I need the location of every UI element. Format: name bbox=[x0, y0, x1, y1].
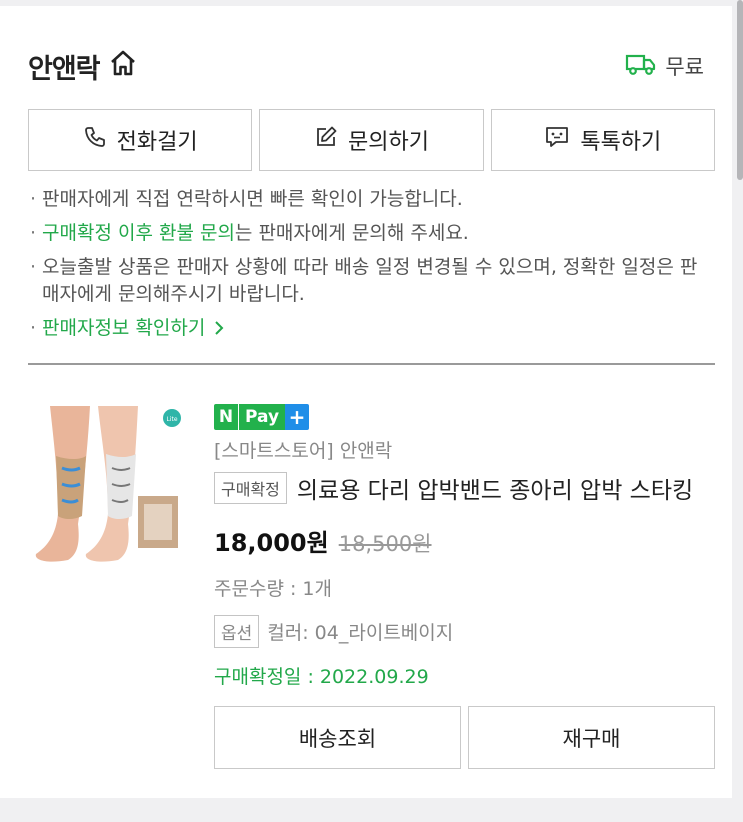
product-title: 의료용 다리 압박밴드 종아리 압박 스타킹 bbox=[296, 478, 694, 504]
home-icon bbox=[108, 48, 138, 85]
npay-plus: + bbox=[285, 404, 310, 430]
scrollbar[interactable] bbox=[737, 0, 743, 180]
option-row: 옵션 컬러: 04_라이트베이지 bbox=[214, 615, 714, 648]
product-thumbnail[interactable]: Lite bbox=[28, 404, 186, 566]
shipping-label: 무료 bbox=[665, 55, 704, 79]
purchase-confirmed-tag: 구매확정 bbox=[214, 472, 287, 504]
note-shipping-schedule: 오늘출발 상품은 판매자 상황에 따라 배송 일정 변경될 수 있으며, 정확한… bbox=[30, 254, 710, 308]
note-refund-highlight: 구매확정 이후 환불 문의 bbox=[42, 222, 235, 244]
note-direct-contact: 판매자에게 직접 연락하시면 빠른 확인이 가능합니다. bbox=[30, 186, 710, 213]
product-store: [스마트스토어] 안앤락 bbox=[214, 440, 393, 462]
product-info: N Pay + [스마트스토어] 안앤락 구매확정 의료용 다리 압박밴드 종아… bbox=[214, 404, 714, 689]
inquiry-button-label: 문의하기 bbox=[348, 130, 429, 155]
price-row: 18,000원 18,500원 bbox=[214, 523, 714, 558]
store-name-link[interactable]: 안앤락 bbox=[28, 47, 138, 86]
product-title-row[interactable]: 구매확정 의료용 다리 압박밴드 종아리 압박 스타킹 bbox=[214, 471, 714, 505]
original-price: 18,500원 bbox=[338, 532, 432, 556]
npay-plus-badge: N Pay + bbox=[214, 404, 310, 430]
call-button-label: 전화걸기 bbox=[116, 130, 198, 155]
sale-price: 18,000원 bbox=[214, 529, 329, 557]
seller-notes: 판매자에게 직접 연락하시면 빠른 확인이 가능합니다. 구매확정 이후 환불 … bbox=[30, 186, 710, 349]
track-shipping-button[interactable]: 배송조회 bbox=[214, 706, 461, 769]
svg-text:Lite: Lite bbox=[166, 416, 177, 423]
npay-n: N bbox=[214, 404, 238, 430]
order-actions: 배송조회 재구매 bbox=[214, 706, 715, 769]
truck-icon bbox=[625, 52, 657, 81]
option-text: 컬러: 04_라이트베이지 bbox=[267, 622, 454, 644]
purchase-confirm-date: 구매확정일 : 2022.09.29 bbox=[214, 666, 429, 688]
pencil-note-icon bbox=[314, 125, 338, 155]
store-header: 안앤락 무료 bbox=[28, 44, 704, 88]
phone-icon bbox=[83, 125, 107, 155]
chevron-right-icon bbox=[205, 317, 225, 339]
talktalk-button-label: 톡톡하기 bbox=[580, 130, 662, 155]
store-name: 안앤락 bbox=[28, 53, 101, 85]
chat-icon bbox=[544, 125, 570, 155]
talktalk-button[interactable]: 톡톡하기 bbox=[490, 109, 715, 171]
inquiry-button[interactable]: 문의하기 bbox=[259, 109, 484, 171]
note-refund-inquiry: 구매확정 이후 환불 문의는 판매자에게 문의해 주세요. bbox=[30, 220, 710, 247]
seller-info-link-label: 판매자정보 확인하기 bbox=[42, 317, 206, 339]
note-refund-rest: 는 판매자에게 문의해 주세요. bbox=[234, 222, 469, 244]
option-tag: 옵션 bbox=[214, 615, 260, 648]
rebuy-button[interactable]: 재구매 bbox=[468, 706, 715, 769]
npay-pay: Pay bbox=[238, 404, 286, 430]
call-button[interactable]: 전화걸기 bbox=[28, 109, 253, 171]
seller-info-link[interactable]: 판매자정보 확인하기 bbox=[30, 315, 710, 342]
shipping-info: 무료 bbox=[625, 51, 704, 81]
order-card: 안앤락 무료 전화걸기 문의하기 톡톡하기 · 판매자에게 직접 연락하시면 빠… bbox=[0, 6, 732, 798]
section-divider bbox=[28, 363, 715, 365]
contact-buttons: 전화걸기 문의하기 톡톡하기 bbox=[28, 109, 715, 171]
order-quantity: 주문수량 : 1개 bbox=[214, 578, 332, 600]
